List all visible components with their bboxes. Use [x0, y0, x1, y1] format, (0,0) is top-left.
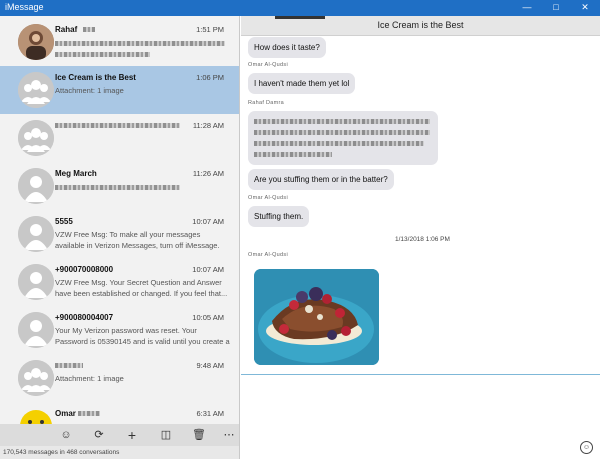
conversation-item[interactable]: 5555 10:07 AM VZW Free Msg: To make all …: [0, 210, 239, 258]
add-icon[interactable]: +: [124, 427, 140, 443]
conversation-name: [55, 361, 83, 370]
conversation-item[interactable]: 11:28 AM: [0, 114, 239, 162]
conversation-name: Ice Cream is the Best: [55, 73, 136, 82]
group-avatar-icon: [18, 360, 54, 396]
minimize-icon[interactable]: —: [514, 0, 540, 16]
sender-label: Rahaf Damra: [248, 100, 285, 106]
conversation-name: +900070008000: [55, 265, 114, 274]
conversation-item[interactable]: +900080004007 10:05 AM Your My Verizon p…: [0, 306, 239, 354]
conversation-name: +900080004007: [55, 313, 114, 322]
smiley-icon[interactable]: ☺: [58, 427, 74, 443]
conversation-preview: VZW Free Msg. Your Secret Question and A…: [55, 278, 228, 298]
message-bubble: Stuffing them.: [248, 206, 310, 227]
person-avatar-icon: [18, 264, 54, 300]
conversation-time: 10:07 AM: [192, 217, 224, 226]
window-title: iMessage: [5, 2, 44, 12]
person-avatar-icon: [18, 312, 54, 348]
conversation-name: 5555: [55, 217, 73, 226]
conversation-preview: Attachment: 1 image: [55, 374, 124, 383]
chat-pane: Ice Cream is the Best How does it taste?…: [241, 16, 600, 459]
conversation-preview: VZW Free Msg: To make all your messages …: [55, 230, 220, 250]
message-bubble: I haven't made them yet lol: [248, 73, 356, 94]
sender-label: Omar Al-Qudsi: [248, 62, 288, 68]
attachment-icon[interactable]: ◫: [158, 427, 174, 443]
conversation-time: 6:31 AM: [196, 409, 224, 418]
conversation-item[interactable]: +900070008000 10:07 AM VZW Free Msg. You…: [0, 258, 239, 306]
conversation-time: 1:51 PM: [196, 25, 224, 34]
conversation-time: 11:26 AM: [192, 169, 224, 178]
conversation-list: Rahaf 1:51 PM Ice Cream is the Best 1:06…: [0, 16, 240, 459]
conversation-time: 10:05 AM: [192, 313, 224, 322]
conversation-item[interactable]: Rahaf 1:51 PM: [0, 18, 239, 66]
status-bar: 170,543 messages in 468 conversations: [0, 446, 239, 459]
header-divider: [275, 16, 325, 19]
conversation-name: Omar: [55, 409, 76, 418]
conversation-item[interactable]: 9:48 AM Attachment: 1 image: [0, 354, 239, 402]
message-timestamp: 1/13/2018 1:06 PM: [395, 236, 450, 243]
conversation-time: 11:28 AM: [192, 121, 224, 130]
more-icon[interactable]: ⋯: [221, 427, 237, 443]
delete-icon[interactable]: 🗑: [191, 427, 207, 443]
compose-divider: [241, 374, 600, 375]
conversation-preview: [55, 37, 230, 59]
group-avatar-icon: [18, 120, 54, 156]
conversation-time: 10:07 AM: [192, 265, 224, 274]
bottom-toolbar: ☺ ⟳ + ◫ 🗑 ⋯: [0, 424, 239, 446]
close-icon[interactable]: ✕: [572, 0, 598, 16]
person-avatar-icon: [18, 216, 54, 252]
conversation-name: Rahaf: [55, 25, 78, 34]
conversation-item[interactable]: Meg March 11:26 AM: [0, 162, 239, 210]
maximize-icon[interactable]: □: [543, 0, 569, 16]
message-bubble: How does it taste?: [248, 37, 326, 58]
conversation-name: [55, 121, 180, 130]
chat-title: Ice Cream is the Best: [377, 20, 464, 30]
sender-label: Omar Al-Qudsi: [248, 195, 288, 201]
title-bar: iMessage — □ ✕: [0, 0, 600, 16]
conversation-preview: [55, 181, 230, 192]
conversation-name: Meg March: [55, 169, 97, 178]
chat-header: Ice Cream is the Best: [241, 16, 600, 36]
emoji-icon[interactable]: ☺: [580, 441, 593, 454]
conversation-time: 1:06 PM: [196, 73, 224, 82]
conversation-time: 9:48 AM: [196, 361, 224, 370]
avatar: [18, 24, 54, 60]
sender-label: Omar Al-Qudsi: [248, 252, 288, 258]
conversation-preview: Your My Verizon password was reset. Your…: [55, 326, 230, 346]
conversation-preview: Attachment: 1 image: [55, 86, 124, 95]
message-bubble: Are you stuffing them or in the batter?: [248, 169, 394, 190]
conversation-item-selected[interactable]: Ice Cream is the Best 1:06 PM Attachment…: [0, 66, 239, 114]
message-bubble-redacted: [248, 111, 438, 165]
group-avatar-icon: [18, 72, 54, 108]
refresh-icon[interactable]: ⟳: [91, 427, 107, 443]
image-attachment[interactable]: [254, 269, 379, 365]
person-avatar-icon: [18, 168, 54, 204]
